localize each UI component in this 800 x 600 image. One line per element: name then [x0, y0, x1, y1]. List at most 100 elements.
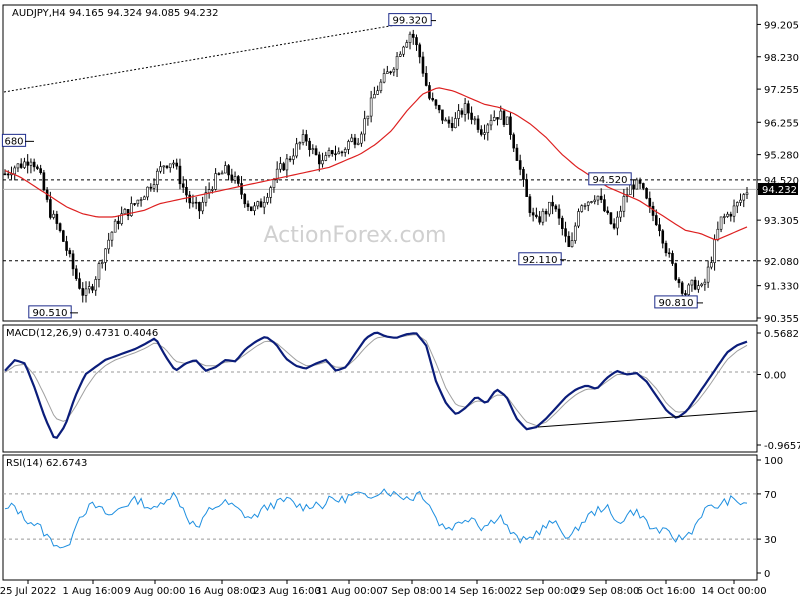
candle-body — [596, 195, 600, 201]
candle-body — [356, 142, 360, 145]
candle-body — [369, 97, 373, 117]
candle-body — [13, 167, 17, 175]
price-label: 680 — [4, 136, 23, 147]
candle-body — [139, 199, 143, 201]
candle-body — [405, 42, 409, 48]
candle-body — [512, 134, 516, 149]
candle-body — [347, 141, 350, 150]
candle-body — [645, 188, 648, 199]
candle-body — [499, 110, 503, 120]
candle-body — [285, 158, 289, 171]
last-price-tag: 94.232 — [758, 183, 798, 196]
candle-body — [680, 282, 684, 294]
time-tick-label: 22 Sep 00:00 — [510, 586, 577, 597]
rsi-panel-title: RSI(14) 62.6743 — [6, 458, 87, 469]
price-label: 90.510 — [33, 308, 68, 319]
candle-body — [522, 169, 525, 180]
candle-body — [3, 173, 7, 176]
candle-body — [58, 223, 62, 231]
time-tick-label: 16 Aug 08:00 — [188, 586, 255, 597]
candle-body — [431, 98, 435, 101]
candle-body — [185, 187, 188, 196]
candle-body — [460, 110, 464, 115]
candle-body — [272, 179, 276, 188]
candle-body — [65, 241, 68, 251]
candle-body — [612, 223, 616, 229]
candle-body — [573, 225, 577, 241]
rsi-tick-label: 70 — [764, 490, 777, 501]
candle-body — [201, 201, 204, 212]
candle-body — [590, 201, 593, 203]
candle-body — [638, 179, 642, 184]
time-tick-label: 29 Sep 08:00 — [573, 586, 640, 597]
candle-body — [84, 288, 88, 296]
candle-body — [616, 216, 619, 229]
candle-body — [87, 286, 91, 290]
candle-body — [321, 160, 324, 165]
candle-body — [353, 137, 357, 145]
candle-body — [609, 212, 613, 225]
candle-body — [240, 183, 243, 195]
price-tick-label: 99.205 — [764, 20, 799, 31]
candle-body — [262, 202, 266, 208]
candle-body — [107, 239, 110, 250]
candle-body — [447, 119, 451, 124]
candle-body — [227, 165, 230, 176]
candle-body — [317, 154, 321, 165]
candle-body — [654, 215, 658, 226]
candle-body — [457, 110, 460, 119]
candle-body — [515, 147, 519, 161]
candle-body — [538, 216, 541, 223]
candle-body — [246, 203, 250, 208]
price-tick-label: 97.255 — [764, 85, 799, 96]
candle-body — [518, 160, 522, 170]
candle-body — [434, 99, 438, 106]
macd-tick-label: 0.5682 — [764, 329, 799, 340]
candle-body — [561, 217, 564, 229]
candle-body — [408, 33, 412, 43]
candle-body — [133, 203, 136, 205]
candle-body — [110, 231, 114, 241]
candle-body — [389, 71, 392, 74]
candle-body — [178, 165, 182, 185]
candle-body — [541, 211, 545, 223]
candle-body — [233, 176, 237, 181]
candle-body — [551, 201, 554, 207]
price-tick-label: 95.280 — [764, 151, 799, 162]
candle-body — [288, 158, 292, 161]
price-y-axis: 99.20598.23097.25596.25595.28094.52094.2… — [757, 20, 799, 325]
candle-body — [703, 281, 707, 285]
candle-body — [395, 56, 399, 70]
candle-body — [480, 129, 483, 135]
candle-body — [382, 73, 386, 83]
candle-body — [214, 173, 217, 190]
candle-body — [162, 165, 166, 168]
candle-body — [496, 117, 499, 120]
macd-tick-label: 0.00 — [764, 370, 786, 381]
candle-body — [104, 248, 107, 263]
candle-body — [6, 173, 10, 176]
candle-body — [570, 240, 574, 247]
time-tick-label: 31 Aug 00:00 — [315, 586, 382, 597]
candle-body — [421, 56, 425, 74]
candle-body — [42, 172, 46, 191]
candle-body — [509, 116, 512, 135]
candle-body — [256, 201, 260, 207]
candle-body — [123, 209, 127, 215]
candle-body — [224, 165, 227, 174]
candle-body — [661, 230, 665, 244]
rsi-tick-label: 0 — [764, 569, 770, 580]
candle-body — [415, 37, 418, 46]
candle-body — [671, 253, 674, 264]
candle-body — [664, 242, 668, 254]
price-tick-label: 98.230 — [764, 53, 799, 64]
candle-body — [172, 162, 175, 165]
candle-body — [586, 201, 590, 206]
candle-body — [713, 239, 716, 263]
price-tick-label: 90.355 — [764, 314, 799, 325]
candle-body — [557, 208, 561, 219]
price-label: 99.320 — [393, 16, 428, 27]
price-panel — [2, 4, 758, 322]
rsi-y-axis: 100 70 30 0 — [757, 456, 783, 580]
watermark: ActionForex.com — [264, 223, 447, 248]
